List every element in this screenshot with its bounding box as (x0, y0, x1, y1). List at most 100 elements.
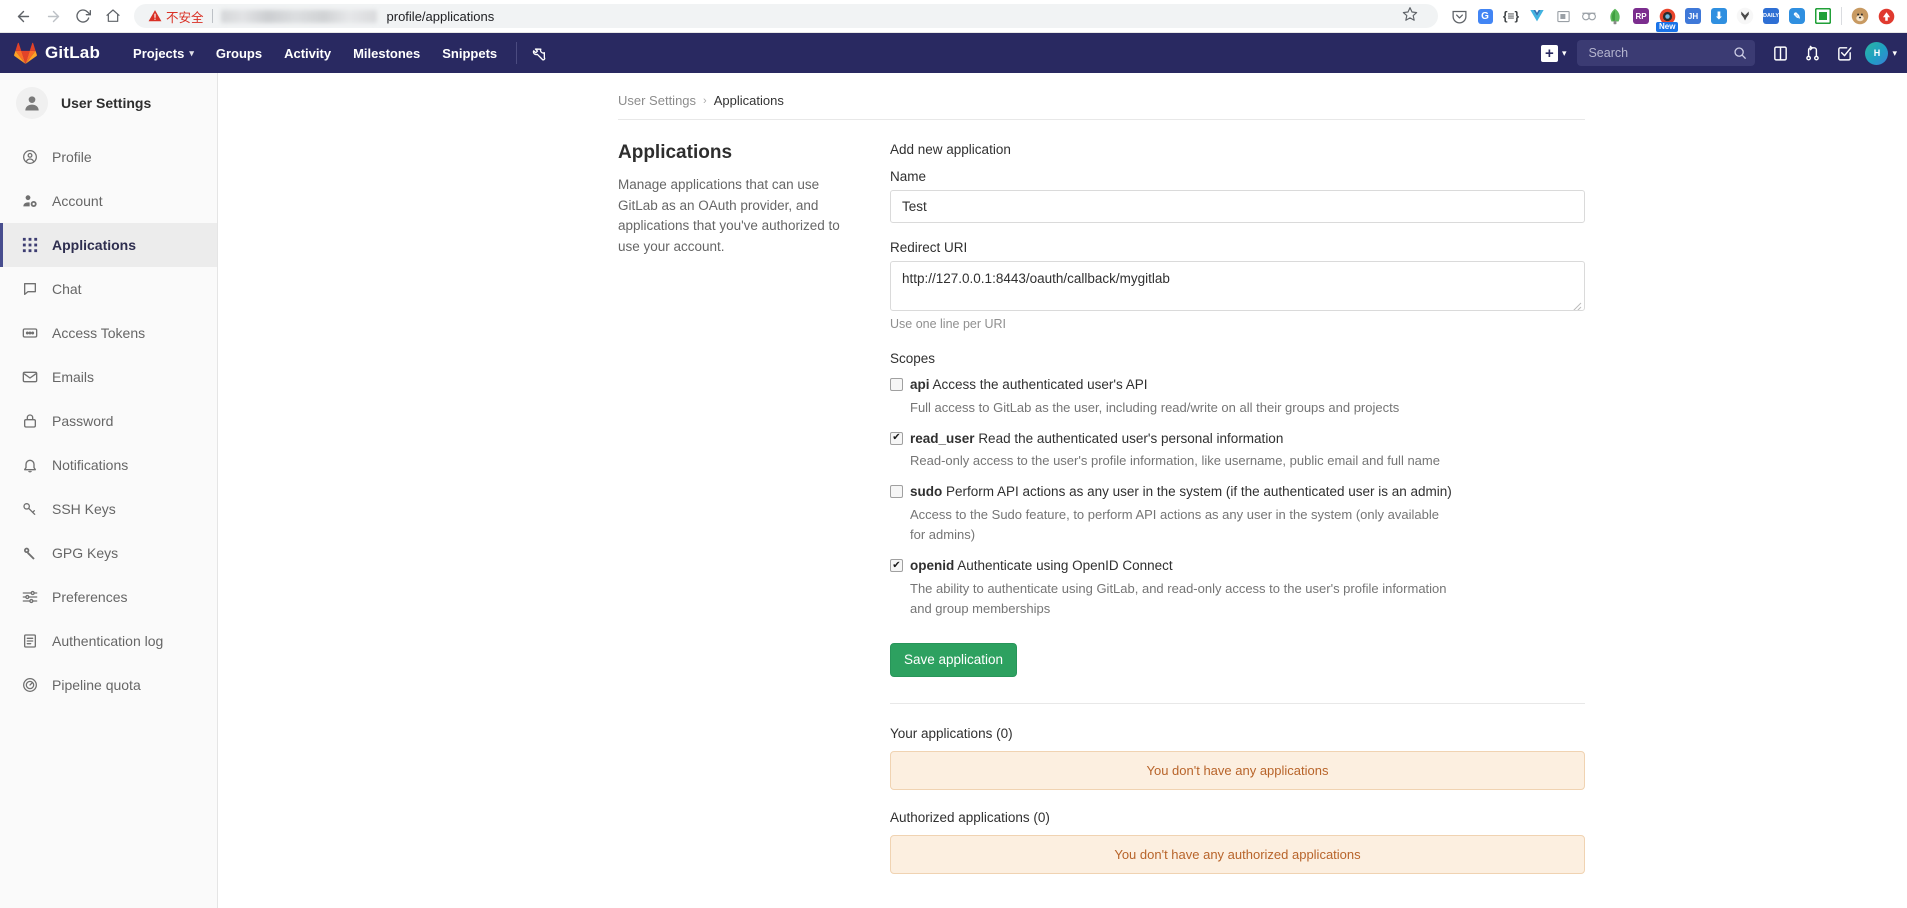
name-input-value: Test (902, 199, 927, 214)
metamask-extension-icon[interactable] (1732, 3, 1758, 29)
name-input[interactable]: Test (890, 190, 1585, 223)
sliders-icon (21, 589, 38, 606)
vue-devtools-extension-icon[interactable] (1524, 3, 1550, 29)
user-avatar-icon (16, 87, 48, 119)
insecure-connection-badge[interactable]: 不安全 (148, 7, 204, 26)
page-body: User Settings Profile Account Applicat (0, 73, 1907, 908)
scope-row-sudo[interactable]: sudo Perform API actions as any user in … (890, 482, 1585, 502)
authorized-applications-empty-alert: You don't have any authorized applicatio… (890, 835, 1585, 874)
scope-text-openid: Authenticate using OpenID Connect (957, 558, 1172, 573)
chevron-down-icon: ▾ (1892, 48, 1897, 59)
issues-icon[interactable] (1765, 38, 1795, 68)
gitlab-tanuki-icon (14, 42, 37, 64)
green-leaf-extension-icon[interactable] (1602, 3, 1628, 29)
sidebar-item-profile[interactable]: Profile (0, 135, 217, 179)
search-input[interactable]: Search (1577, 40, 1755, 66)
avatar: H (1865, 42, 1888, 65)
todos-icon[interactable] (1829, 38, 1859, 68)
sidebar-item-account[interactable]: Account (0, 179, 217, 223)
merge-requests-icon[interactable] (1797, 38, 1827, 68)
scope-description-api: Full access to GitLab as the user, inclu… (910, 398, 1450, 418)
resize-grip-icon[interactable] (1572, 299, 1582, 309)
nav-item-groups[interactable]: Groups (205, 33, 273, 73)
save-application-button[interactable]: Save application (890, 643, 1017, 677)
sidebar-item-pipeline-quota[interactable]: Pipeline quota (0, 663, 217, 707)
nav-item-label: Projects (133, 46, 184, 61)
scope-checkbox-api[interactable] (890, 378, 903, 391)
envelope-icon (21, 369, 38, 386)
update-extension-icon[interactable] (1873, 3, 1899, 29)
sidebar-item-emails[interactable]: Emails (0, 355, 217, 399)
gitlab-logo-link[interactable]: GitLab (14, 42, 100, 64)
square-extension-icon[interactable] (1810, 3, 1836, 29)
your-applications-empty-alert: You don't have any applications (890, 751, 1585, 790)
json-formatter-extension-icon[interactable]: {≡} (1498, 3, 1524, 29)
forward-arrow-icon[interactable] (38, 2, 68, 30)
new-menu-button[interactable]: + ▾ (1536, 39, 1572, 67)
scope-description-read-user: Read-only access to the user's profile i… (910, 451, 1450, 471)
breadcrumb-separator-icon: › (703, 95, 707, 107)
scope-checkbox-read-user[interactable] (890, 432, 903, 445)
sidebar-item-gpg-keys[interactable]: GPG Keys (0, 531, 217, 575)
download-extension-icon[interactable]: ⬇ (1706, 3, 1732, 29)
sidebar-item-label: SSH Keys (52, 501, 116, 517)
tray-divider (1841, 7, 1842, 25)
camera-extension-icon[interactable]: New (1654, 3, 1680, 29)
nav-item-activity[interactable]: Activity (273, 33, 342, 73)
up-arrow-circle (1878, 8, 1895, 25)
note-extension-icon[interactable]: ✎ (1784, 3, 1810, 29)
wrench-icon[interactable] (525, 45, 553, 61)
chevron-down-icon: ▾ (189, 48, 194, 59)
scope-checkbox-openid[interactable] (890, 559, 903, 572)
window-resizer-extension-icon[interactable] (1550, 3, 1576, 29)
fox-shape (1736, 7, 1754, 25)
sidebar-header: User Settings (0, 73, 217, 135)
sidebar-item-applications[interactable]: Applications (0, 223, 217, 267)
leaf-shape (1607, 8, 1623, 25)
nav-item-projects[interactable]: Projects ▾ (122, 33, 205, 73)
nav-item-snippets[interactable]: Snippets (431, 33, 508, 73)
home-icon[interactable] (98, 2, 128, 30)
star-icon[interactable] (1402, 6, 1418, 27)
scope-row-openid[interactable]: openid Authenticate using OpenID Connect (890, 556, 1585, 576)
sidebar-item-access-tokens[interactable]: Access Tokens (0, 311, 217, 355)
applications-grid-icon (21, 237, 38, 254)
sidebar-item-authentication-log[interactable]: Authentication log (0, 619, 217, 663)
daily-extension-icon[interactable]: DAILY (1758, 3, 1784, 29)
sidebar-item-label: Emails (52, 369, 94, 385)
section-divider (890, 703, 1585, 704)
avatar-initials: H (1874, 48, 1881, 58)
settings-description-column: Applications Manage applications that ca… (618, 142, 890, 894)
scope-row-api[interactable]: api Access the authenticated user's API (890, 375, 1585, 395)
sidebar-item-ssh-keys[interactable]: SSH Keys (0, 487, 217, 531)
scope-row-read-user[interactable]: read_user Read the authenticated user's … (890, 429, 1585, 449)
nav-item-milestones[interactable]: Milestones (342, 33, 431, 73)
pocket-extension-icon[interactable] (1446, 3, 1472, 29)
gauge-icon (21, 677, 38, 694)
back-arrow-icon[interactable] (8, 2, 38, 30)
search-icon[interactable] (1733, 46, 1747, 60)
link-extension-icon[interactable] (1576, 3, 1602, 29)
sidebar-item-label: Preferences (52, 589, 127, 605)
profile-avatar-icon[interactable] (1847, 3, 1873, 29)
warning-triangle-icon (148, 9, 162, 23)
google-translate-extension-icon[interactable]: G (1472, 3, 1498, 29)
sidebar-item-password[interactable]: Password (0, 399, 217, 443)
sidebar-item-notifications[interactable]: Notifications (0, 443, 217, 487)
your-applications-heading: Your applications (0) (890, 726, 1585, 741)
rp-extension-icon[interactable]: RP (1628, 3, 1654, 29)
sidebar-item-chat[interactable]: Chat (0, 267, 217, 311)
jh-extension-icon[interactable]: JH (1680, 3, 1706, 29)
scope-checkbox-sudo[interactable] (890, 485, 903, 498)
sidebar-item-preferences[interactable]: Preferences (0, 575, 217, 619)
key-icon (21, 545, 38, 562)
breadcrumb-parent[interactable]: User Settings (618, 93, 696, 108)
chevron-down-icon: ▾ (1562, 48, 1567, 59)
sidebar-item-label: Account (52, 193, 103, 209)
scope-key-read-user: read_user (910, 431, 975, 446)
redirect-uri-textarea[interactable]: http://127.0.0.1:8443/oauth/callback/myg… (890, 261, 1585, 311)
address-bar[interactable]: 不安全 profile/applications (134, 4, 1438, 28)
reload-icon[interactable] (68, 2, 98, 30)
user-menu-button[interactable]: H ▾ (1861, 42, 1897, 65)
scope-description-sudo: Access to the Sudo feature, to perform A… (910, 505, 1450, 545)
